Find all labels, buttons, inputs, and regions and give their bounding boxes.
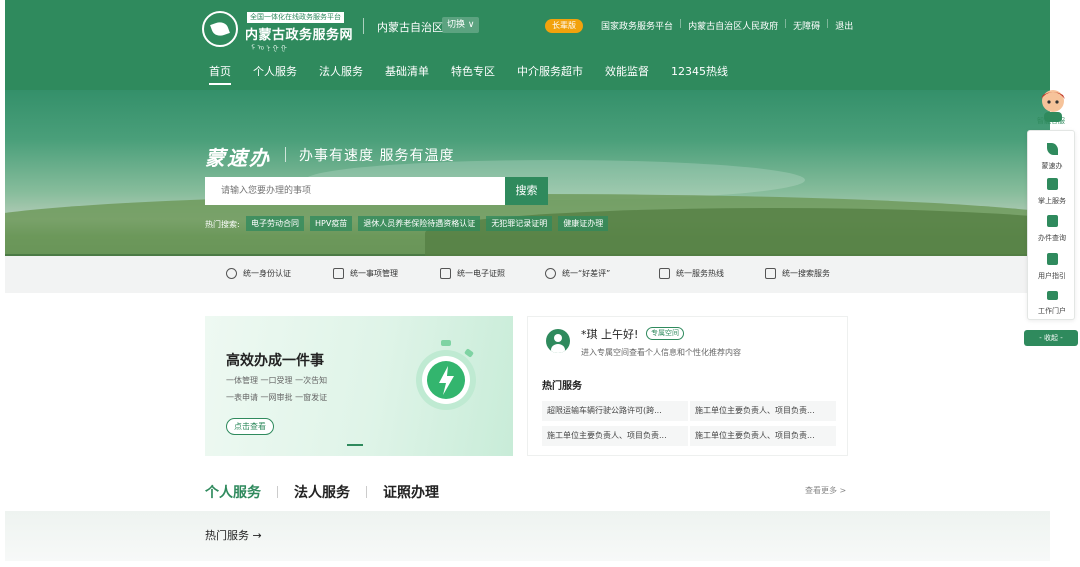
hero-banner: 蒙速办 办事有速度 服务有温度 搜索 热门搜索: 电子劳动合同 HPV疫苗 退休…: [5, 90, 1050, 256]
nav-agency-market[interactable]: 中介服务超市: [517, 63, 583, 85]
unified-item-label: 统一服务热线: [676, 269, 724, 278]
unified-hotline-item[interactable]: 统一服务热线: [659, 268, 724, 279]
tab-separator: [277, 486, 278, 498]
hot-services-title: 热门服务: [542, 381, 582, 392]
national-platform-link[interactable]: 国家政务服务平台: [595, 19, 679, 32]
nav-personal-services[interactable]: 个人服务: [253, 63, 297, 85]
sidebar-item-label: 掌上服务: [1038, 197, 1066, 205]
header-divider: [363, 18, 364, 34]
portal-icon: [1046, 291, 1058, 300]
hot-service-item[interactable]: 施工单位主要负责人、项目负责...: [690, 401, 836, 421]
top-header: 全国一体化在线政务服务平台 内蒙古政务服务网 ᠮ ᠤ ᠨ ᠭ ᠭ 内蒙古自治区 …: [5, 0, 1050, 90]
sidebar-item-mobile[interactable]: 掌上服务: [1028, 178, 1076, 206]
assistant-label[interactable]: 智能客服: [1026, 116, 1076, 126]
region-name: 内蒙古自治区: [377, 21, 443, 34]
sidebar-item-guide[interactable]: 用户指引: [1028, 253, 1076, 281]
unified-matters-item[interactable]: 统一事项管理: [333, 268, 398, 279]
nav-legal-services[interactable]: 法人服务: [319, 63, 363, 85]
government-link[interactable]: 内蒙古自治区人民政府: [682, 19, 784, 32]
nav-home[interactable]: 首页: [209, 63, 231, 85]
logout-link[interactable]: 退出: [829, 19, 859, 32]
avatar[interactable]: [546, 329, 570, 353]
main-nav: 首页 个人服务 法人服务 基础清单 特色专区 中介服务超市 效能监督 12345…: [209, 63, 750, 85]
personal-space-badge[interactable]: 专属空间: [646, 327, 684, 340]
right-sidebar: 蒙速办 掌上服务 办件查询 用户指引 工作门户: [1027, 130, 1075, 320]
site-logo-icon[interactable]: [202, 11, 238, 47]
hot-service-item[interactable]: 超限运输车辆行驶公路许可(跨...: [542, 401, 688, 421]
search-service-icon: [765, 268, 776, 279]
hero-divider: [285, 147, 286, 162]
sidebar-item-query[interactable]: 办件查询: [1028, 215, 1076, 243]
mengsuban-icon: [1046, 143, 1058, 155]
hot-search-tag[interactable]: 电子劳动合同: [246, 216, 304, 231]
accessibility-link[interactable]: 无障碍: [787, 19, 826, 32]
unified-item-label: 统一“好差评”: [562, 269, 611, 278]
unified-item-label: 统一搜索服务: [782, 269, 830, 278]
hot-services-section: [5, 511, 1050, 561]
banner-subtitle: 一体管理 一口受理 一次告知: [226, 376, 328, 385]
license-icon: [440, 268, 451, 279]
top-links: 国家政务服务平台 | 内蒙古自治区人民政府 | 无障碍 | 退出: [595, 19, 859, 32]
mobile-icon: [1046, 178, 1058, 190]
hot-search-tags: 电子劳动合同 HPV疫苗 退休人员养老保险待遇资格认证 无犯罪记录证明 健康证办…: [246, 216, 614, 231]
nav-12345-hotline[interactable]: 12345热线: [671, 63, 728, 85]
sidebar-item-portal[interactable]: 工作门户: [1028, 291, 1076, 316]
personal-space-hint: 进入专属空间查看个人信息和个性化推荐内容: [581, 348, 741, 357]
hot-services-heading[interactable]: 热门服务 →: [205, 527, 262, 543]
unified-rating-item[interactable]: 统一“好差评”: [545, 268, 610, 279]
hero-brand: 蒙速办: [205, 146, 271, 170]
switch-region-button[interactable]: 切换 ∨: [442, 17, 480, 33]
hero-slogan: 办事有速度 服务有温度: [299, 148, 455, 164]
view-more-link[interactable]: 查看更多 >: [805, 485, 846, 496]
stopwatch-icon: [416, 340, 476, 410]
logo-mongolian-script: ᠮ ᠤ ᠨ ᠭ ᠭ: [251, 44, 287, 52]
list-icon: [333, 268, 344, 279]
search-button[interactable]: 搜索: [505, 177, 548, 205]
hot-search-tag[interactable]: 健康证办理: [558, 216, 609, 231]
sidebar-item-label: 蒙速办: [1041, 162, 1063, 170]
query-icon: [1046, 215, 1058, 227]
hot-search-tag[interactable]: HPV疫苗: [310, 216, 353, 231]
guide-icon: [1046, 253, 1058, 265]
unified-search-item[interactable]: 统一搜索服务: [765, 268, 830, 279]
elder-mode-button[interactable]: 长辈版: [545, 19, 583, 33]
user-card: *琪 上午好! 专属空间 进入专属空间查看个人信息和个性化推荐内容 热门服务 超…: [527, 316, 848, 456]
search-input[interactable]: [205, 177, 505, 205]
banner-subtitle: 一表申请 一网审批 一窗发证: [226, 393, 328, 402]
hotline-icon: [659, 268, 670, 279]
sidebar-item-mengsuban[interactable]: 蒙速办: [1028, 143, 1076, 171]
unified-item-label: 统一身份认证: [243, 269, 291, 278]
rating-icon: [545, 268, 556, 279]
sidebar-item-label: 办件查询: [1038, 234, 1066, 242]
service-tabs: 个人服务 法人服务 证照办理: [205, 482, 439, 502]
sidebar-item-label: 工作门户: [1038, 307, 1066, 315]
hot-search-label: 热门搜索:: [205, 220, 240, 229]
tab-license-services[interactable]: 证照办理: [383, 482, 439, 502]
unified-services-bar: 统一身份认证 统一事项管理 统一电子证照 统一“好差评” 统一服务热线 统一搜索…: [5, 256, 1050, 293]
sidebar-item-label: 用户指引: [1038, 272, 1066, 280]
hot-search-tag[interactable]: 无犯罪记录证明: [486, 216, 553, 231]
collapse-sidebar-button[interactable]: - 收起 -: [1024, 330, 1078, 346]
banner-title: 高效办成一件事: [226, 353, 324, 369]
unified-item-label: 统一事项管理: [350, 269, 398, 278]
hot-search-tag[interactable]: 退休人员养老保险待遇资格认证: [358, 216, 481, 231]
nav-basic-list[interactable]: 基础清单: [385, 63, 429, 85]
unified-license-item[interactable]: 统一电子证照: [440, 268, 505, 279]
unified-identity-item[interactable]: 统一身份认证: [226, 268, 291, 279]
tab-separator: [366, 486, 367, 498]
identity-icon: [226, 268, 237, 279]
tab-personal-services[interactable]: 个人服务: [205, 482, 261, 502]
unified-item-label: 统一电子证照: [457, 269, 505, 278]
carousel-indicator[interactable]: [347, 444, 363, 446]
hot-service-item[interactable]: 施工单位主要负责人、项目负责...: [542, 426, 688, 446]
user-greeting: *琪 上午好!: [581, 328, 639, 341]
nav-supervision[interactable]: 效能监督: [605, 63, 649, 85]
one-thing-banner[interactable]: 高效办成一件事 一体管理 一口受理 一次告知 一表申请 一网审批 一窗发证 点击…: [205, 316, 513, 456]
nav-featured-zone[interactable]: 特色专区: [451, 63, 495, 85]
tab-legal-services[interactable]: 法人服务: [294, 482, 350, 502]
view-details-button[interactable]: 点击查看: [226, 418, 274, 435]
hot-service-item[interactable]: 施工单位主要负责人、项目负责...: [690, 426, 836, 446]
logo-tag: 全国一体化在线政务服务平台: [247, 12, 344, 23]
